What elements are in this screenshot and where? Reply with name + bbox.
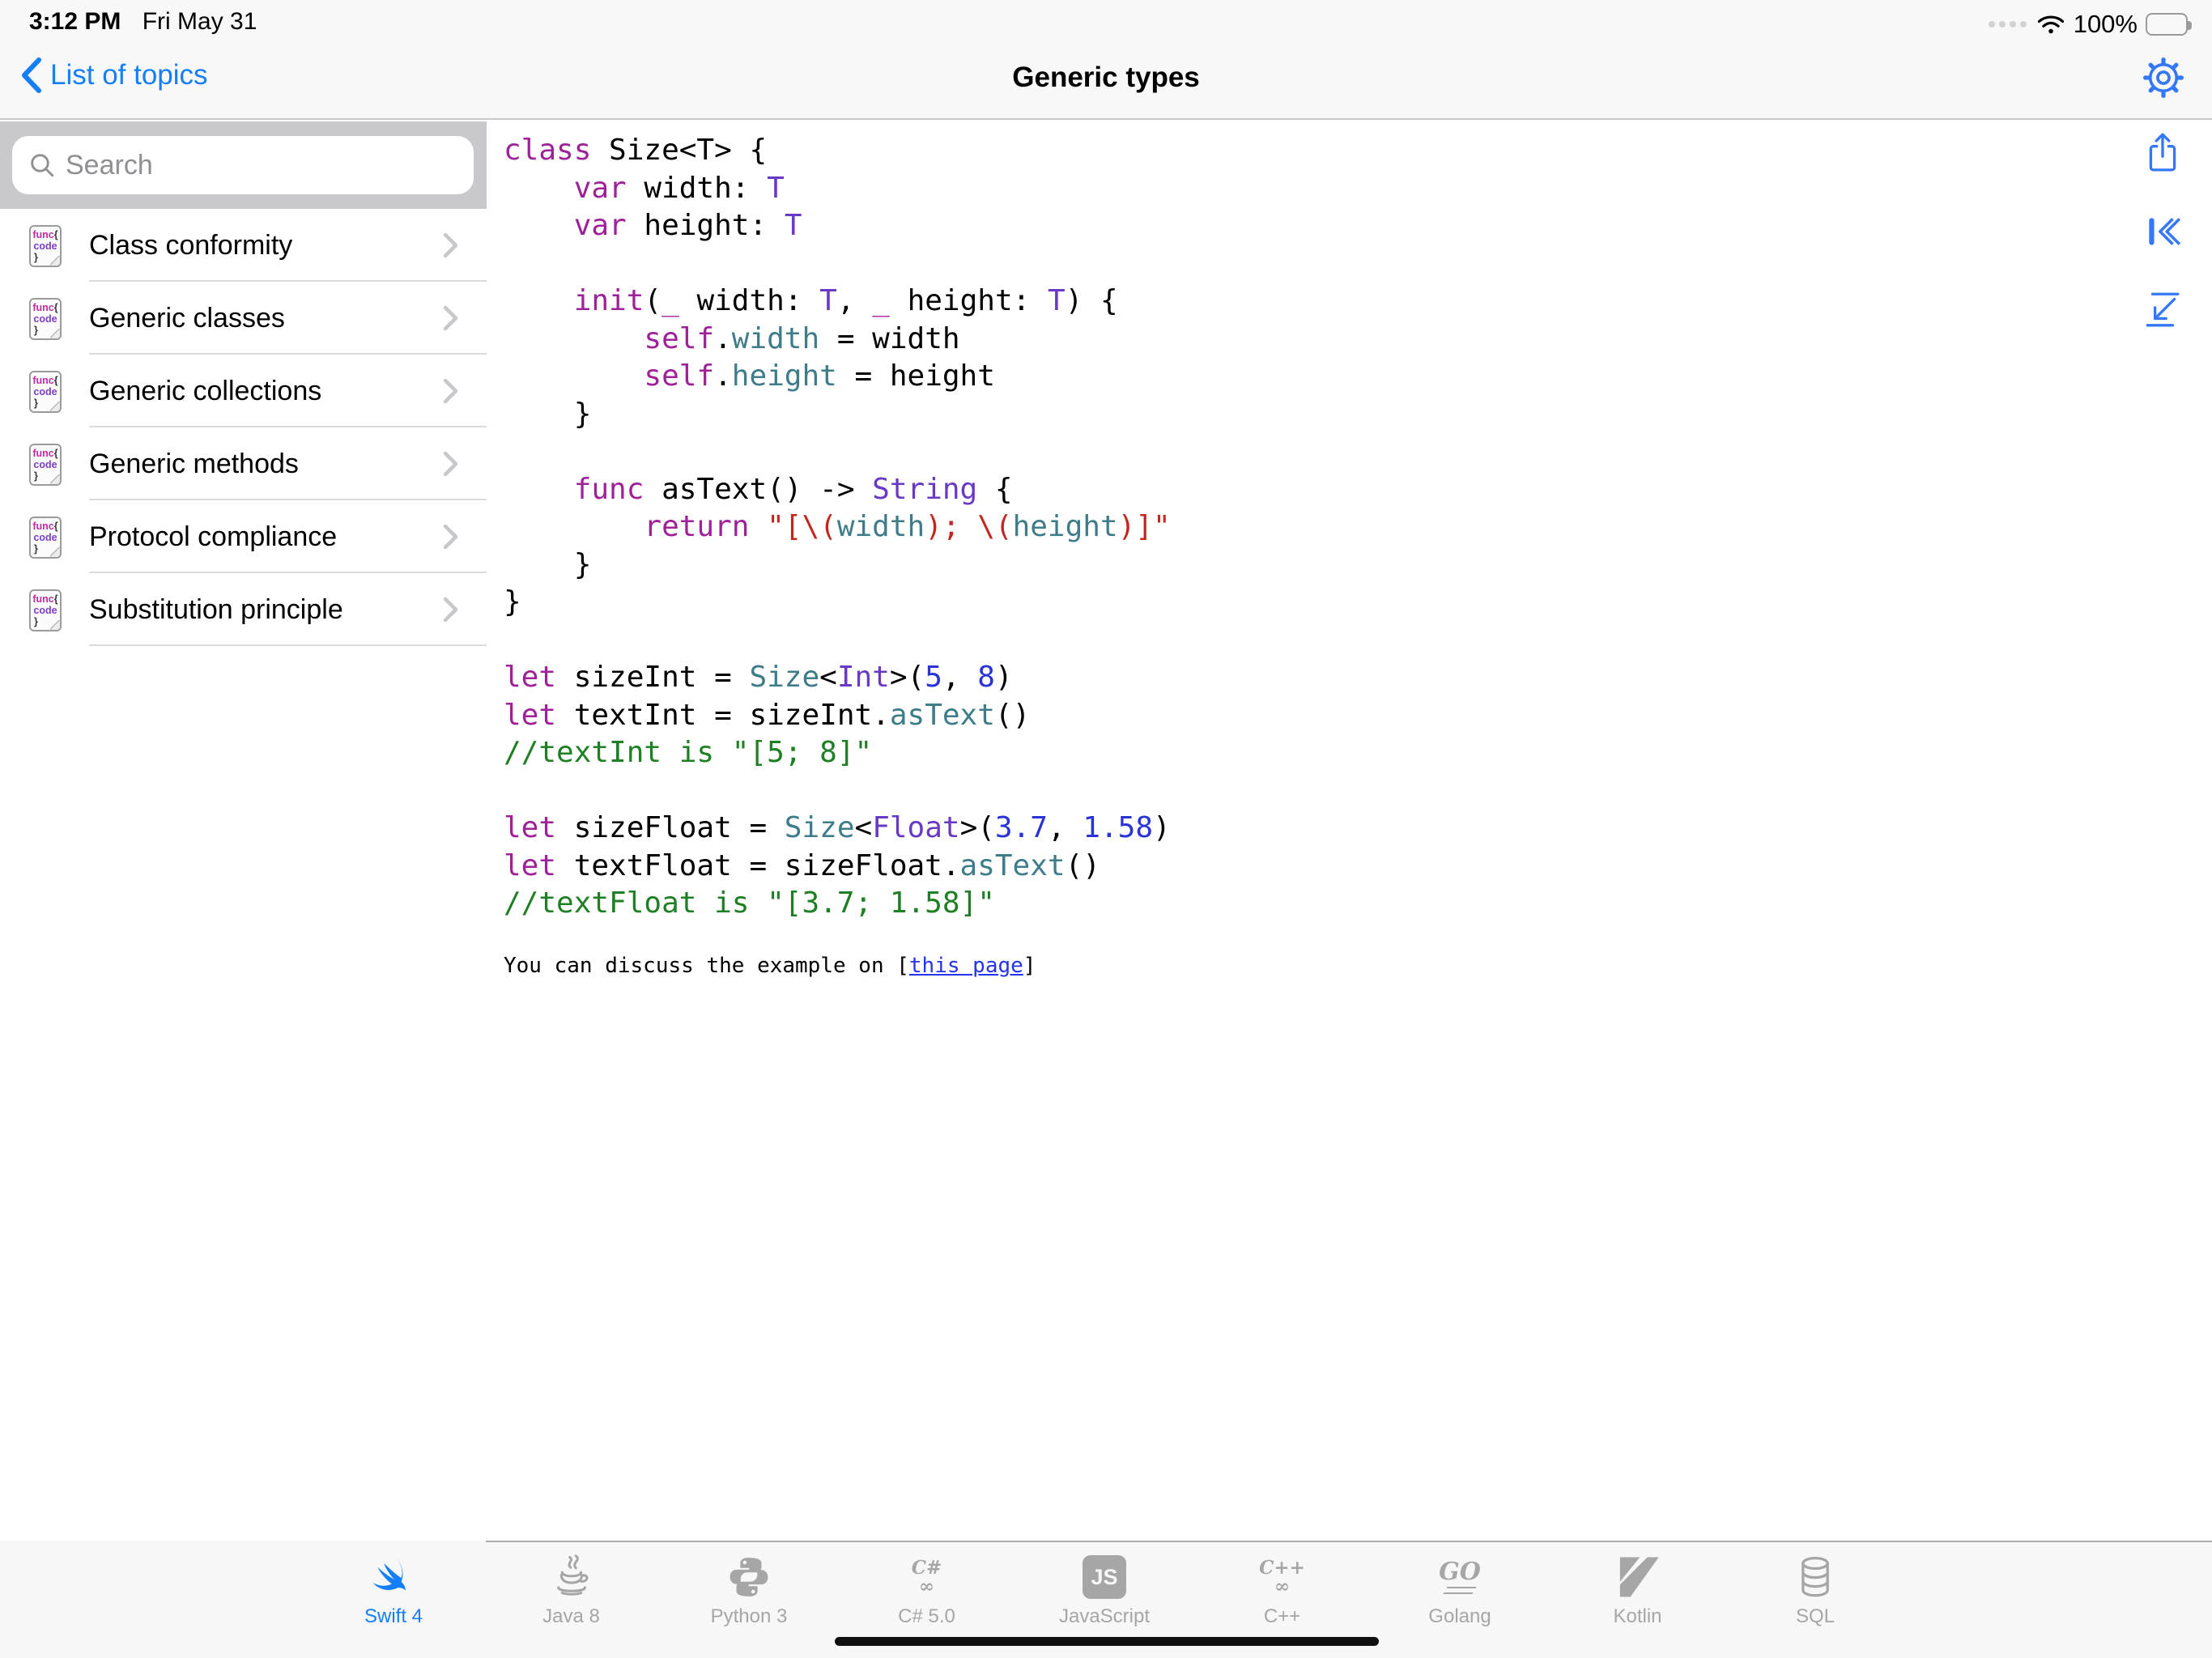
code-doc-icon: func{ code } bbox=[29, 371, 62, 413]
tab-label: Python 3 bbox=[660, 1605, 838, 1628]
chevron-right-icon bbox=[442, 596, 460, 623]
tab-label: C# 5.0 bbox=[838, 1605, 1016, 1628]
csharp-icon: C# ∞ bbox=[912, 1558, 942, 1596]
battery-percent: 100% bbox=[2074, 10, 2138, 39]
code-line: //textFloat is "[3.7; 1.58]" bbox=[504, 885, 1171, 923]
code-line: let sizeInt = Size<Int>(5, 8) bbox=[504, 659, 1171, 697]
discuss-link[interactable]: this page bbox=[909, 954, 1023, 978]
top-chrome: 3:12 PM Fri May 31 100% List of topics G… bbox=[0, 0, 2212, 120]
golang-icon: GO bbox=[1439, 1560, 1481, 1594]
topic-label: Generic collections bbox=[89, 355, 321, 427]
page-title: Generic types bbox=[0, 62, 2212, 94]
tab-label: Golang bbox=[1371, 1605, 1549, 1628]
code-line: let sizeFloat = Size<Float>(3.7, 1.58) bbox=[504, 810, 1171, 848]
share-button[interactable] bbox=[2142, 131, 2183, 173]
code-doc-icon: func{ code } bbox=[29, 298, 62, 340]
js-icon: JS bbox=[1083, 1555, 1126, 1599]
tab-label: Swift 4 bbox=[304, 1605, 483, 1628]
code-line: class Size<T> { bbox=[504, 132, 1171, 170]
java-icon bbox=[549, 1554, 594, 1600]
code-line: } bbox=[504, 396, 1171, 434]
discuss-text: You can discuss the example on [this pag… bbox=[504, 947, 1036, 985]
code-line: func asText() -> String { bbox=[504, 471, 1171, 509]
sidebar-topic-row[interactable]: func{ code } Protocol compliance bbox=[0, 500, 487, 573]
kotlin-icon bbox=[1615, 1554, 1661, 1600]
chevron-right-icon bbox=[442, 523, 460, 551]
code-line: let textFloat = sizeFloat.asText() bbox=[504, 848, 1171, 886]
code-line: var height: T bbox=[504, 207, 1171, 245]
chevron-right-icon bbox=[442, 232, 460, 259]
python-icon bbox=[726, 1554, 772, 1600]
code-line bbox=[504, 622, 1171, 660]
jump-down-left-icon bbox=[2142, 288, 2183, 330]
topic-label: Class conformity bbox=[89, 209, 292, 282]
code-line: self.height = height bbox=[504, 358, 1171, 396]
status-time: 3:12 PM bbox=[29, 8, 121, 35]
code-doc-icon: func{ code } bbox=[29, 589, 62, 631]
status-date: Fri May 31 bbox=[143, 8, 257, 35]
sidebar: Search func{ code } Class conformity fun… bbox=[0, 121, 487, 1541]
code-line bbox=[504, 772, 1171, 810]
sidebar-topic-row[interactable]: func{ code } Generic classes bbox=[0, 282, 487, 355]
home-indicator[interactable] bbox=[835, 1637, 1379, 1646]
search-header: Search bbox=[0, 121, 487, 209]
code-line: init(_ width: T, _ height: T) { bbox=[504, 283, 1171, 321]
tab-java[interactable]: Java 8 bbox=[483, 1541, 661, 1658]
chevron-right-icon bbox=[442, 304, 460, 332]
settings-button[interactable] bbox=[2142, 57, 2184, 99]
tab-label: C++ bbox=[1193, 1605, 1372, 1628]
code-line: var width: T bbox=[504, 170, 1171, 208]
code-block: class Size<T> { var width: T var height:… bbox=[504, 132, 1171, 923]
search-placeholder: Search bbox=[66, 150, 153, 181]
swift-icon bbox=[371, 1554, 416, 1600]
tab-python[interactable]: Python 3 bbox=[660, 1541, 838, 1658]
status-left: 3:12 PM Fri May 31 bbox=[29, 8, 257, 36]
gear-icon bbox=[2142, 57, 2184, 99]
code-line: return "[\(width); \(height)]" bbox=[504, 508, 1171, 546]
code-line: //textInt is "[5; 8]" bbox=[504, 734, 1171, 772]
skip-to-start-button[interactable] bbox=[2142, 210, 2183, 253]
tab-label: JavaScript bbox=[1015, 1605, 1193, 1628]
search-icon bbox=[28, 151, 56, 179]
code-line: self.width = width bbox=[504, 321, 1171, 359]
cellular-dots-icon bbox=[1989, 21, 2027, 28]
topic-label: Generic classes bbox=[89, 282, 285, 355]
code-doc-icon: func{ code } bbox=[29, 225, 62, 267]
sql-icon bbox=[1793, 1554, 1838, 1600]
topic-list: func{ code } Class conformity func{ code… bbox=[0, 209, 487, 646]
battery-icon bbox=[2146, 13, 2188, 36]
sidebar-topic-row[interactable]: func{ code } Substitution principle bbox=[0, 573, 487, 646]
topic-label: Substitution principle bbox=[89, 573, 343, 646]
code-doc-icon: func{ code } bbox=[29, 444, 62, 486]
code-line: let textInt = sizeInt.asText() bbox=[504, 697, 1171, 735]
code-line: } bbox=[504, 584, 1171, 622]
code-line: } bbox=[504, 546, 1171, 585]
code-doc-icon: func{ code } bbox=[29, 517, 62, 559]
status-right: 100% bbox=[1989, 10, 2188, 39]
code-line bbox=[504, 245, 1171, 283]
wifi-icon bbox=[2038, 15, 2064, 35]
sidebar-topic-row[interactable]: func{ code } Generic collections bbox=[0, 355, 487, 427]
topic-label: Generic methods bbox=[89, 427, 299, 500]
cpp-icon: C++ ∞ bbox=[1259, 1558, 1305, 1596]
search-input[interactable]: Search bbox=[12, 136, 474, 194]
tab-swift[interactable]: Swift 4 bbox=[304, 1541, 483, 1658]
code-line bbox=[504, 433, 1171, 471]
jump-down-left-button[interactable] bbox=[2142, 288, 2183, 330]
tab-sql[interactable]: SQL bbox=[1726, 1541, 1904, 1658]
tab-kotlin[interactable]: Kotlin bbox=[1549, 1541, 1727, 1658]
chevron-right-icon bbox=[442, 450, 460, 478]
tab-golang[interactable]: GO Golang bbox=[1371, 1541, 1549, 1658]
tab-label: SQL bbox=[1726, 1605, 1904, 1628]
sidebar-topic-row[interactable]: func{ code } Class conformity bbox=[0, 209, 487, 282]
share-icon bbox=[2142, 131, 2183, 173]
chevron-right-icon bbox=[442, 377, 460, 405]
tab-label: Java 8 bbox=[483, 1605, 661, 1628]
skip-to-start-icon bbox=[2142, 210, 2183, 253]
tab-label: Kotlin bbox=[1549, 1605, 1727, 1628]
sidebar-topic-row[interactable]: func{ code } Generic methods bbox=[0, 427, 487, 500]
topic-label: Protocol compliance bbox=[89, 500, 337, 573]
